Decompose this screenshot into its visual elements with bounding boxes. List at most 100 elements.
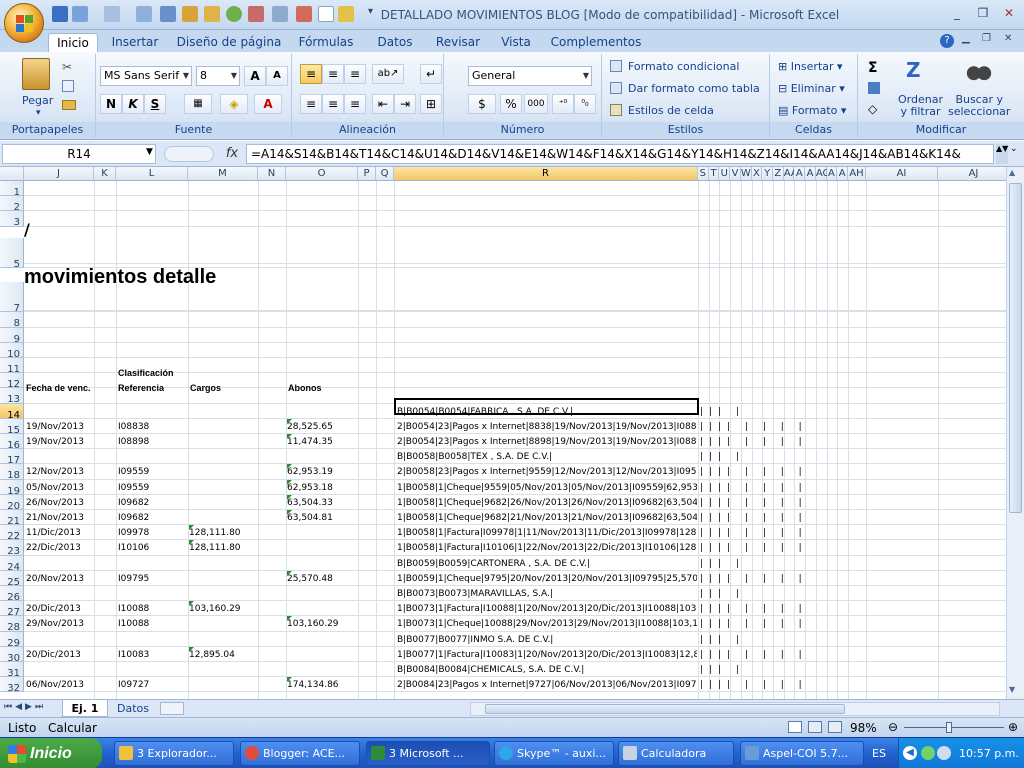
col-header-narrow[interactable]: A (805, 167, 816, 181)
col-header-o[interactable]: O (286, 167, 358, 181)
bold-button[interactable]: N (100, 94, 122, 114)
cell-referencia[interactable]: I10083 (118, 648, 186, 662)
col-header-k[interactable]: K (94, 167, 116, 181)
cell-r-concat[interactable]: 1|B0058|1|Cheque|9682|21/Nov/2013|21/Nov… (397, 511, 697, 525)
row-header[interactable]: 30 (0, 646, 24, 664)
taskbar-aspel[interactable]: Aspel-COI 5.7... (740, 741, 864, 766)
tab-complementos[interactable]: Complementos (548, 33, 644, 52)
zoom-slider-track[interactable] (904, 727, 1004, 728)
filter-icon[interactable] (272, 6, 288, 22)
row-header[interactable]: 17 (0, 449, 24, 466)
scroll-up-icon[interactable]: ▲ (1009, 168, 1015, 177)
cell-referencia[interactable]: I09682 (118, 511, 186, 525)
row-header[interactable]: 21 (0, 510, 24, 527)
col-header-narrow[interactable]: AC (815, 167, 830, 181)
col-header-narrow[interactable]: W (740, 167, 752, 181)
cell-abono[interactable]: 174,134.86 (287, 678, 357, 692)
col-header-aj[interactable]: AJ (938, 167, 1006, 181)
spreadsheet-grid[interactable]: J K L M N O P Q R S T U V W X Y Z AA A A AC A A AH AI… (0, 167, 1006, 699)
merge-button[interactable]: ⊞ (420, 94, 442, 114)
cell-fecha[interactable]: 19/Nov/2013 (26, 420, 94, 434)
row-header[interactable]: 14 (0, 403, 24, 421)
name-box-dropdown-icon[interactable]: ▼ (146, 147, 153, 157)
clear-icon[interactable]: ◇ (868, 102, 877, 116)
cell-abono[interactable]: 103,160.29 (287, 617, 357, 631)
save-icon[interactable] (52, 6, 68, 22)
vertical-scroll-thumb[interactable] (1009, 183, 1022, 513)
cell-abono[interactable]: 25,570.48 (287, 572, 357, 586)
sort-icon[interactable] (136, 6, 152, 22)
align-middle-button[interactable]: ≡ (322, 64, 344, 84)
office-button[interactable] (4, 3, 44, 43)
paste-icon[interactable] (22, 58, 50, 90)
cell-fecha[interactable]: 20/Dic/2013 (26, 602, 94, 616)
status-calculate[interactable]: Calcular (48, 721, 97, 735)
sheet-tab-ej1[interactable]: Ej. 1 (62, 700, 108, 717)
cell-referencia[interactable]: I10106 (118, 541, 186, 555)
tab-vista[interactable]: Vista (494, 33, 538, 52)
align-center-button[interactable]: ≡ (322, 94, 344, 114)
horizontal-scroll-thumb[interactable] (485, 704, 845, 714)
row-header[interactable]: 22 (0, 525, 24, 542)
col-header-narrow[interactable]: Y (762, 167, 773, 181)
col-header-narrow[interactable]: A (837, 167, 848, 181)
copy-icon[interactable] (62, 80, 74, 92)
tab-datos[interactable]: Datos (370, 33, 420, 52)
paste-button[interactable]: Pegar (22, 94, 53, 107)
increase-decimal-button[interactable]: ⁺⁰ (552, 94, 574, 114)
format-painter-icon[interactable] (160, 6, 176, 22)
row-header[interactable]: 12 (0, 373, 24, 390)
grow-font-button[interactable]: A (244, 66, 266, 86)
shrink-font-button[interactable]: A (266, 66, 288, 86)
horizontal-scrollbar[interactable] (470, 702, 1000, 716)
row-header[interactable]: 2 (0, 196, 24, 213)
font-name-select[interactable]: MS Sans Serif ▼ (100, 66, 192, 86)
cell-referencia[interactable]: I10088 (118, 602, 186, 616)
cell-r-concat[interactable]: 2|B0058|23|Pagos x Internet|9559|12/Nov/… (397, 465, 697, 479)
cell-fecha[interactable]: 12/Nov/2013 (26, 465, 94, 479)
cell-r-concat[interactable]: 1|B0058|1|Factura|I09978|1|11/Nov/2013|1… (397, 526, 697, 540)
col-header-j[interactable]: J (24, 167, 94, 181)
normal-view-icon[interactable] (788, 721, 802, 733)
format-cells-button[interactable]: ▤ Formato ▾ (778, 104, 846, 117)
align-top-button[interactable]: ≡ (300, 64, 322, 84)
decrease-indent-button[interactable]: ⇤ (372, 94, 394, 114)
row-header[interactable]: 9 (0, 327, 24, 345)
cell-referencia[interactable]: I08838 (118, 420, 186, 434)
font-color-button[interactable]: A (254, 94, 282, 114)
taskbar-explorer[interactable]: 3 Explorador... (114, 741, 234, 766)
col-header-narrow[interactable]: A (826, 167, 838, 181)
col-header-m[interactable]: M (188, 167, 258, 181)
page-break-view-icon[interactable] (828, 721, 842, 733)
row-header[interactable]: 16 (0, 434, 24, 451)
cell-r-concat[interactable]: 2|B0054|23|Pagos x Internet|8838|19/Nov/… (397, 420, 697, 434)
cell-styles-button[interactable]: Estilos de celda (628, 104, 714, 117)
cell-referencia[interactable]: I09559 (118, 465, 186, 479)
col-header-p[interactable]: P (358, 167, 376, 181)
orientation-button[interactable]: ab↗ (372, 64, 404, 84)
row-header[interactable]: 31 (0, 662, 24, 679)
cell-referencia[interactable]: I09682 (118, 496, 186, 510)
find-select-button[interactable]: Buscar y seleccionar (948, 94, 1010, 118)
cell-fecha[interactable]: 06/Nov/2013 (26, 678, 94, 692)
sort-filter-icon[interactable]: Z (906, 58, 921, 82)
cell-r-concat[interactable]: 1|B0073|1|Factura|I10088|1|20/Nov/2013|2… (397, 602, 697, 616)
cell-r-concat[interactable]: 1|B0058|1|Factura|I10106|1|22/Nov/2013|2… (397, 541, 697, 555)
cell-fecha[interactable]: 26/Nov/2013 (26, 496, 94, 510)
expand-formula-icon[interactable]: ⌄ (1010, 144, 1022, 164)
row-header[interactable]: 32 (0, 677, 24, 694)
fill-icon[interactable] (868, 82, 880, 94)
binoculars-icon[interactable] (966, 60, 992, 82)
fill-color-button[interactable]: ◈ (220, 94, 248, 114)
row-header[interactable]: 15 (0, 418, 24, 436)
page-layout-view-icon[interactable] (808, 721, 822, 733)
wrap-text-button[interactable]: ↵ (420, 64, 442, 84)
cell-fecha[interactable]: 20/Nov/2013 (26, 572, 94, 586)
taskbar-skype[interactable]: Skype™ - auxi... (494, 741, 614, 766)
cell-abono[interactable]: 62,953.19 (287, 465, 357, 479)
row-header[interactable]: 18 (0, 464, 24, 481)
row-header[interactable]: 25 (0, 570, 24, 588)
increase-indent-button[interactable]: ⇥ (394, 94, 416, 114)
tab-revisar[interactable]: Revisar (430, 33, 486, 52)
col-header-narrow[interactable]: A (794, 167, 806, 181)
